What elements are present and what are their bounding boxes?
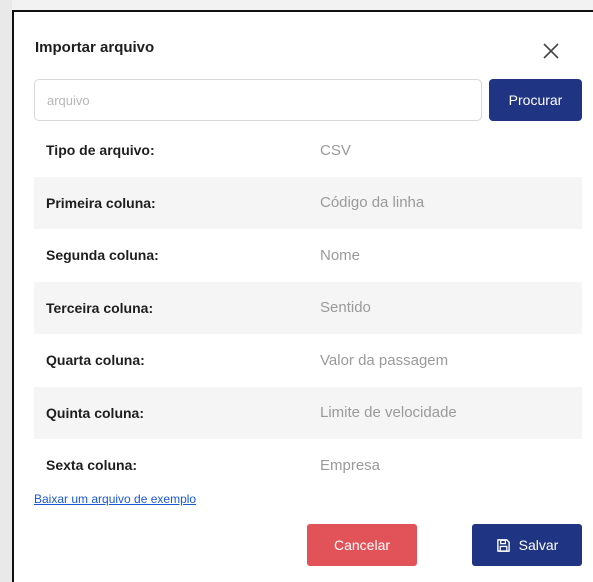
- import-file-dialog: Importar arquivo Procurar Tipo de arquiv…: [14, 12, 593, 582]
- page-backdrop-top: [12, 0, 593, 12]
- file-path-input[interactable]: [34, 79, 482, 121]
- cancel-button[interactable]: Cancelar: [307, 524, 417, 566]
- table-row: Quarta coluna: Valor da passagem: [34, 334, 582, 387]
- table-row: Quinta coluna: Limite de velocidade: [34, 386, 582, 439]
- row-label: Quinta coluna:: [46, 404, 144, 421]
- row-value: Valor da passagem: [320, 351, 449, 369]
- dialog-title: Importar arquivo: [35, 39, 155, 56]
- row-label: Tipo de arquivo:: [46, 142, 155, 159]
- close-icon[interactable]: [541, 41, 561, 61]
- table-row: Primeira coluna: Código da linha: [34, 176, 582, 229]
- row-label: Sexta coluna:: [46, 457, 138, 474]
- table-row: Tipo de arquivo: CSV: [34, 124, 582, 177]
- browse-button[interactable]: Procurar: [489, 79, 582, 121]
- row-label: Terceira coluna:: [46, 299, 154, 316]
- row-label: Quarta coluna:: [46, 352, 145, 369]
- table-row: Terceira coluna: Sentido: [34, 281, 582, 334]
- floppy-disk-icon: [496, 538, 511, 553]
- page-backdrop: [0, 0, 14, 582]
- row-value: Nome: [320, 246, 361, 264]
- row-label: Primeira coluna:: [46, 194, 156, 211]
- table-row: Sexta coluna: Empresa: [34, 439, 582, 492]
- file-format-table: Tipo de arquivo: CSV Primeira coluna: Có…: [34, 124, 582, 492]
- download-example-link[interactable]: Baixar um arquivo de exemplo: [34, 492, 196, 506]
- table-row: Segunda coluna: Nome: [34, 229, 582, 282]
- row-value: CSV: [320, 141, 351, 159]
- row-label: Segunda coluna:: [46, 247, 159, 264]
- row-value: Limite de velocidade: [320, 404, 457, 422]
- row-value: Empresa: [320, 456, 381, 474]
- row-value: Código da linha: [320, 194, 425, 212]
- save-button[interactable]: Salvar: [472, 524, 582, 566]
- row-value: Sentido: [320, 299, 371, 317]
- save-button-label: Salvar: [518, 537, 559, 553]
